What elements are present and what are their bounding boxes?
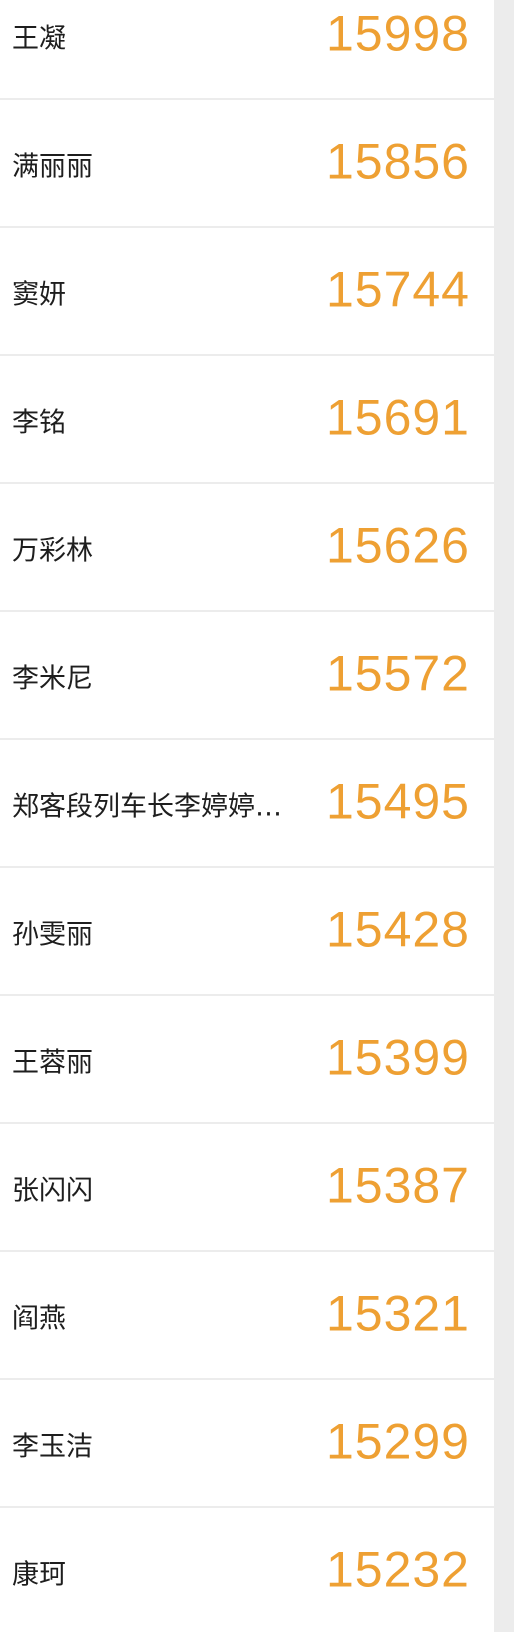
player-name: 王蓉丽	[12, 1047, 93, 1079]
player-score: 15321	[325, 1285, 470, 1342]
player-name: 张闪闪	[12, 1175, 93, 1207]
list-item[interactable]: 孙雯丽 15428	[0, 868, 494, 996]
player-name: 李米尼	[12, 663, 93, 695]
player-name: 满丽丽	[12, 151, 93, 183]
player-score: 15232	[325, 1541, 470, 1598]
player-score: 15387	[325, 1157, 470, 1214]
player-score: 15428	[325, 901, 470, 958]
player-name: 孙雯丽	[12, 919, 93, 951]
player-name: 窦妍	[12, 279, 66, 311]
list-item[interactable]: 窦妍 15744	[0, 228, 494, 356]
player-score: 15299	[325, 1413, 470, 1470]
player-score: 15399	[325, 1029, 470, 1086]
list-item[interactable]: 李米尼 15572	[0, 612, 494, 740]
player-score: 15744	[325, 261, 470, 318]
list-item[interactable]: 郑客段列车长李婷婷… 15495	[0, 740, 494, 868]
player-name: 李铭	[12, 407, 66, 439]
player-name: 阎燕	[12, 1303, 66, 1335]
player-name: 李玉洁	[12, 1431, 93, 1463]
ranking-list: 王凝 15998 满丽丽 15856 窦妍 15744 李铭 15691 万彩林…	[0, 0, 494, 1632]
list-item[interactable]: 阎燕 15321	[0, 1252, 494, 1380]
list-item[interactable]: 李玉洁 15299	[0, 1380, 494, 1508]
list-item[interactable]: 满丽丽 15856	[0, 100, 494, 228]
list-item[interactable]: 王蓉丽 15399	[0, 996, 494, 1124]
player-name: 康珂	[12, 1559, 66, 1591]
list-item[interactable]: 康珂 15232	[0, 1508, 494, 1632]
player-name: 王凝	[12, 23, 66, 55]
player-score: 15572	[325, 645, 470, 702]
player-score: 15998	[325, 5, 470, 62]
list-item[interactable]: 李铭 15691	[0, 356, 494, 484]
player-score: 15626	[325, 517, 470, 574]
player-name: 郑客段列车长李婷婷…	[12, 791, 282, 823]
player-score: 15691	[325, 389, 470, 446]
player-score: 15495	[325, 773, 470, 830]
list-item[interactable]: 万彩林 15626	[0, 484, 494, 612]
player-name: 万彩林	[12, 535, 93, 567]
list-item[interactable]: 张闪闪 15387	[0, 1124, 494, 1252]
player-score: 15856	[325, 133, 470, 190]
list-item[interactable]: 王凝 15998	[0, 0, 494, 100]
page-edge	[494, 0, 514, 1632]
